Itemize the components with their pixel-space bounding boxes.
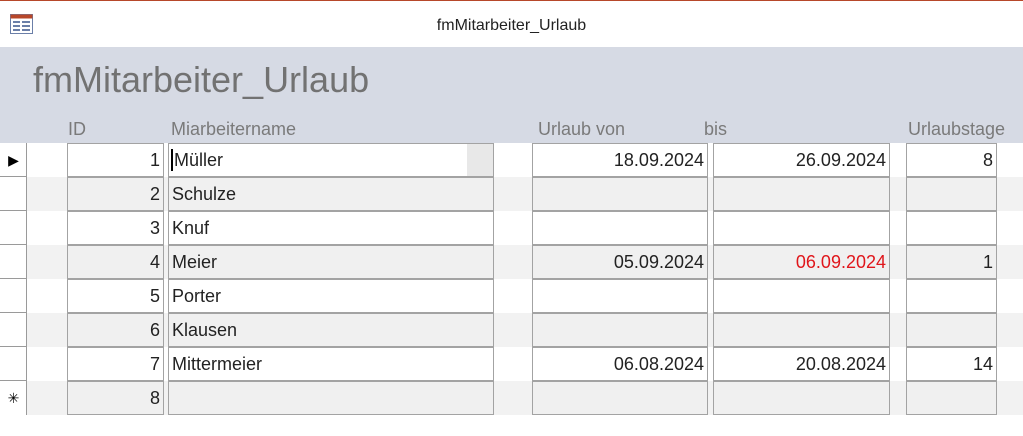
id-field-value: 8 — [149, 388, 160, 408]
vacation-to-field[interactable]: 26.09.2024 — [713, 143, 890, 177]
id-field[interactable]: 7 — [67, 347, 164, 381]
id-field-value: 4 — [149, 252, 160, 272]
vacation-days-field[interactable] — [906, 313, 997, 347]
id-field-value: 2 — [149, 184, 160, 204]
column-label-vacation-from: Urlaub von — [538, 119, 626, 139]
table-row: 5 Porter — [0, 279, 1023, 313]
employee-name-field[interactable]: Mittermeier — [168, 347, 494, 381]
vacation-from-field[interactable] — [532, 211, 708, 245]
vacation-days-field[interactable] — [906, 279, 997, 313]
table-row: ✳ 8 — [0, 381, 1023, 415]
employee-name-field-value: Mittermeier — [172, 354, 263, 374]
employee-name-field[interactable]: Schulze — [168, 177, 494, 211]
column-label-vacation-days: Urlaubstage — [908, 119, 1006, 139]
employee-name-field[interactable]: Porter — [168, 279, 494, 313]
vacation-to-field-value: 26.09.2024 — [795, 150, 886, 170]
table-row: 6 Klausen — [0, 313, 1023, 347]
current-record-icon: ▶ — [8, 152, 19, 168]
id-field[interactable]: 2 — [67, 177, 164, 211]
vacation-to-field[interactable] — [713, 211, 890, 245]
vacation-days-field-value: 14 — [972, 354, 993, 374]
table-row: ▶ 1 Müller 18.09.2024 26.09.2024 8 — [0, 143, 1023, 177]
record-selector[interactable] — [0, 177, 27, 211]
id-field[interactable]: 1 — [67, 143, 164, 177]
new-record-icon: ✳ — [7, 390, 20, 406]
id-field[interactable]: 6 — [67, 313, 164, 347]
record-selector[interactable] — [0, 211, 27, 245]
record-selector[interactable]: ✳ — [0, 381, 27, 415]
vacation-to-field[interactable] — [713, 279, 890, 313]
employee-name-field-value: Schulze — [172, 184, 237, 204]
employee-name-field-value: Knuf — [172, 218, 210, 238]
employee-name-field-value: Klausen — [172, 320, 238, 340]
vacation-days-field[interactable]: 1 — [906, 245, 997, 279]
selector-blank — [0, 245, 27, 279]
vacation-to-field[interactable]: 06.09.2024 — [713, 245, 890, 279]
table-row: 7 Mittermeier 06.08.2024 20.08.2024 14 — [0, 347, 1023, 381]
window-titlebar: fmMitarbeiter_Urlaub — [0, 0, 1023, 47]
form-title: fmMitarbeiter_Urlaub — [33, 59, 370, 100]
record-selector[interactable] — [0, 279, 27, 313]
vacation-from-field[interactable] — [532, 177, 708, 211]
vacation-days-field[interactable]: 8 — [906, 143, 997, 177]
table-row: 3 Knuf — [0, 211, 1023, 245]
id-field[interactable]: 5 — [67, 279, 164, 313]
column-label-vacation-to: bis — [704, 119, 728, 139]
table-row: 4 Meier 05.09.2024 06.09.2024 1 — [0, 245, 1023, 279]
id-field[interactable]: 4 — [67, 245, 164, 279]
record-selector[interactable] — [0, 347, 27, 381]
employee-name-field[interactable]: Klausen — [168, 313, 494, 347]
window-title: fmMitarbeiter_Urlaub — [436, 17, 587, 34]
vacation-to-field[interactable] — [713, 177, 890, 211]
vacation-days-field[interactable]: 14 — [906, 347, 997, 381]
field-scroll-area[interactable] — [467, 144, 493, 176]
employee-name-field-value: Müller — [174, 150, 224, 170]
column-label-id: ID — [68, 119, 86, 139]
id-field-value: 1 — [149, 150, 160, 170]
vacation-days-field[interactable] — [906, 381, 997, 415]
id-field[interactable]: 3 — [67, 211, 164, 245]
id-field[interactable]: 8 — [67, 381, 164, 415]
employee-name-field-value: Porter — [172, 286, 222, 306]
vacation-from-field[interactable] — [532, 381, 708, 415]
vacation-from-field[interactable]: 05.09.2024 — [532, 245, 708, 279]
employee-name-field[interactable]: Müller — [168, 143, 494, 177]
vacation-days-field-value: 1 — [982, 252, 993, 272]
vacation-to-field[interactable]: 20.08.2024 — [713, 347, 890, 381]
selector-blank — [0, 313, 27, 347]
employee-name-field[interactable]: Knuf — [168, 211, 494, 245]
selector-blank — [0, 177, 27, 211]
id-field-value: 7 — [149, 354, 160, 374]
selector-blank — [0, 279, 27, 313]
vacation-from-field-value: 18.09.2024 — [613, 150, 704, 170]
vacation-days-field[interactable] — [906, 177, 997, 211]
vacation-to-field-value: 06.09.2024 — [795, 252, 886, 272]
id-field-value: 5 — [149, 286, 160, 306]
vacation-days-field-value: 8 — [982, 150, 993, 170]
form-header: fmMitarbeiter_Urlaub ID Miarbeitername U… — [0, 47, 1023, 143]
vacation-days-field[interactable] — [906, 211, 997, 245]
vacation-to-field[interactable] — [713, 313, 890, 347]
text-cursor — [171, 149, 173, 171]
id-field-value: 6 — [149, 320, 160, 340]
column-label-name: Miarbeitername — [171, 119, 297, 139]
employee-name-field[interactable]: Meier — [168, 245, 494, 279]
vacation-from-field[interactable] — [532, 279, 708, 313]
table-row: 2 Schulze — [0, 177, 1023, 211]
employee-name-field[interactable] — [168, 381, 494, 415]
selector-blank — [0, 347, 27, 381]
vacation-to-field-value: 20.08.2024 — [795, 354, 886, 374]
vacation-from-field[interactable]: 06.08.2024 — [532, 347, 708, 381]
record-selector[interactable]: ▶ — [0, 143, 27, 177]
record-selector[interactable] — [0, 245, 27, 279]
vacation-from-field[interactable] — [532, 313, 708, 347]
vacation-from-field-value: 06.08.2024 — [613, 354, 704, 374]
record-selector[interactable] — [0, 313, 27, 347]
vacation-to-field[interactable] — [713, 381, 890, 415]
vacation-from-field-value: 05.09.2024 — [613, 252, 704, 272]
id-field-value: 3 — [149, 218, 160, 238]
vacation-from-field[interactable]: 18.09.2024 — [532, 143, 708, 177]
selector-blank — [0, 211, 27, 245]
employee-name-field-value: Meier — [172, 252, 218, 272]
